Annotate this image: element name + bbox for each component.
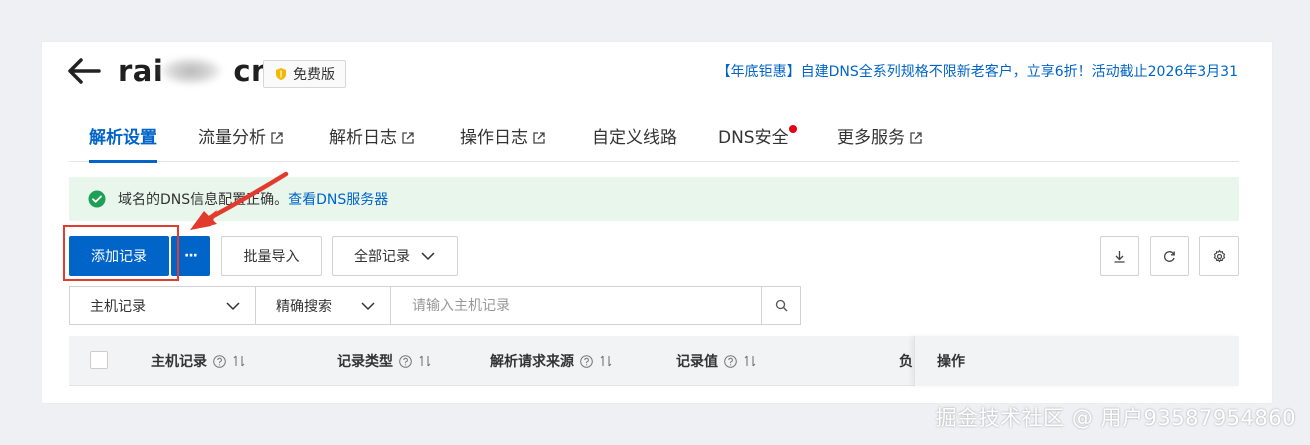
tab-dns-settings[interactable]: 解析设置	[89, 118, 157, 163]
domain-redaction	[160, 57, 222, 85]
dns-status-alert: 域名的DNS信息配置正确。 查看DNS服务器	[69, 177, 1239, 221]
tab-operation-logs[interactable]: 操作日志	[460, 118, 546, 162]
search-field-select[interactable]: 主机记录	[70, 287, 256, 324]
settings-button[interactable]	[1199, 236, 1239, 276]
column-partial: 负	[899, 354, 913, 370]
plan-badge: 免费版	[263, 60, 346, 88]
gear-icon	[1213, 248, 1225, 263]
alert-text: 域名的DNS信息配置正确。	[118, 192, 289, 208]
help-icon[interactable]	[399, 354, 412, 368]
search-mode-select[interactable]: 精确搜索	[256, 287, 391, 324]
download-button[interactable]	[1100, 236, 1139, 276]
tab-bar: 解析设置 流量分析 解析日志 操作日志 自定义线路 DNS安全 更多服务	[69, 118, 1239, 163]
search-bar: 主机记录 精确搜索	[69, 286, 801, 325]
promo-banner-link[interactable]: 【年底钜惠】自建DNS全系列规格不限新老客户，立享6折！活动截止2026年3月3…	[717, 61, 1238, 81]
help-icon[interactable]	[580, 354, 593, 368]
external-link-icon	[910, 132, 922, 144]
chevron-down-icon	[361, 301, 375, 310]
chevron-down-icon	[421, 252, 435, 261]
search-icon	[775, 299, 787, 312]
search-button[interactable]	[762, 287, 800, 324]
view-dns-servers-link[interactable]: 查看DNS服务器	[288, 189, 388, 209]
tab-traffic-analysis[interactable]: 流量分析	[198, 118, 284, 162]
tab-custom-lines[interactable]: 自定义线路	[592, 118, 677, 162]
external-link-icon	[402, 132, 414, 144]
sort-icon[interactable]	[743, 354, 757, 368]
refresh-button[interactable]	[1150, 236, 1189, 276]
column-actions: 操作	[914, 336, 1239, 386]
search-field-label: 主机记录	[90, 298, 146, 315]
sort-icon[interactable]	[599, 354, 613, 368]
help-icon[interactable]	[213, 354, 226, 368]
external-link-icon	[271, 132, 283, 144]
batch-import-button[interactable]: 批量导入	[221, 236, 322, 276]
column-host-record: 主机记录	[151, 336, 246, 386]
help-icon[interactable]	[724, 354, 737, 368]
refresh-icon	[1164, 250, 1175, 262]
chevron-down-icon	[226, 301, 240, 310]
add-record-button[interactable]: 添加记录	[69, 236, 169, 276]
column-record-type: 记录类型	[337, 336, 432, 386]
tab-dns-security[interactable]: DNS安全	[718, 118, 797, 162]
more-actions-button[interactable]: ···	[171, 236, 210, 276]
tab-dns-logs[interactable]: 解析日志	[329, 118, 415, 162]
search-mode-label: 精确搜索	[276, 298, 332, 315]
records-table-header: 主机记录 记录类型 解析请求来源 记录值 负 操作	[69, 336, 1239, 386]
sort-icon[interactable]	[418, 354, 432, 368]
external-link-icon	[533, 132, 545, 144]
sort-icon[interactable]	[232, 354, 246, 368]
record-filter-label: 全部记录	[354, 249, 410, 265]
column-record-value: 记录值	[676, 336, 757, 386]
back-arrow-icon[interactable]	[67, 58, 101, 84]
select-all-checkbox[interactable]	[90, 351, 108, 369]
tab-more-services[interactable]: 更多服务	[837, 118, 923, 162]
record-filter-dropdown[interactable]: 全部记录	[332, 236, 458, 276]
notification-dot	[788, 125, 797, 133]
watermark-text: 掘金技术社区 @ 用户93587954860	[935, 406, 1296, 430]
search-input[interactable]	[391, 287, 762, 324]
column-request-source: 解析请求来源	[490, 336, 613, 386]
shield-icon	[276, 68, 286, 80]
check-circle-icon	[88, 190, 106, 208]
download-icon	[1114, 250, 1125, 263]
